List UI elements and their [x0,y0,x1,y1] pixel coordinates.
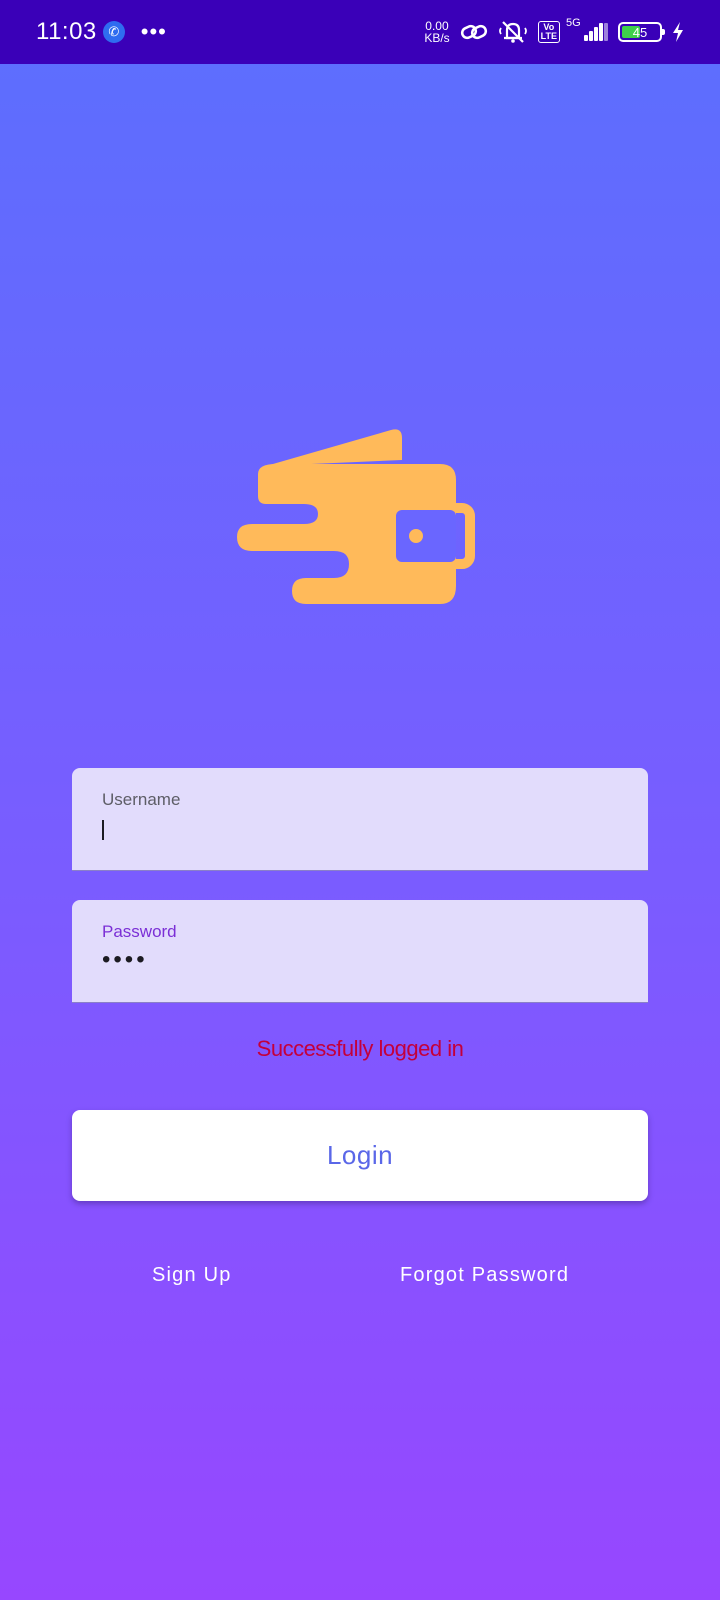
network-speed-unit: KB/s [424,31,450,45]
volte-bottom-text: LTE [540,31,557,41]
signal-icon: 5G [566,17,608,41]
username-field[interactable]: Username [72,768,648,871]
battery-level: 45 [632,24,648,40]
password-input[interactable]: •••• [102,946,148,974]
forgot-password-link[interactable]: Forgot Password [400,1264,569,1287]
login-status-message: Successfully logged in [256,1036,464,1061]
network-type: 5G [566,17,581,29]
login-button[interactable]: Login [72,1110,648,1201]
status-icons: 0.00 KB/s Vo LTE 5G 45 [424,17,684,45]
clock: 11:03 [36,18,97,45]
password-field[interactable]: Password •••• [72,900,648,1003]
status-bar: 11:03 ✆ ••• 0.00 KB/s Vo LTE 5G 45 [0,0,720,64]
silent-bell-icon [498,19,528,45]
username-label: Username [102,790,181,809]
wallet-icon [236,424,480,620]
more-notifications-icon: ••• [140,19,167,44]
phone-call-icon: ✆ [102,21,125,43]
battery-icon: 45 [618,22,665,42]
volte-icon: Vo LTE [537,21,560,43]
network-speed: 0.00 KB/s [424,20,449,44]
sign-up-link[interactable]: Sign Up [152,1264,232,1287]
password-label: Password [102,922,177,941]
text-cursor [102,820,104,840]
charging-icon [672,22,684,42]
link-icon [460,20,488,44]
